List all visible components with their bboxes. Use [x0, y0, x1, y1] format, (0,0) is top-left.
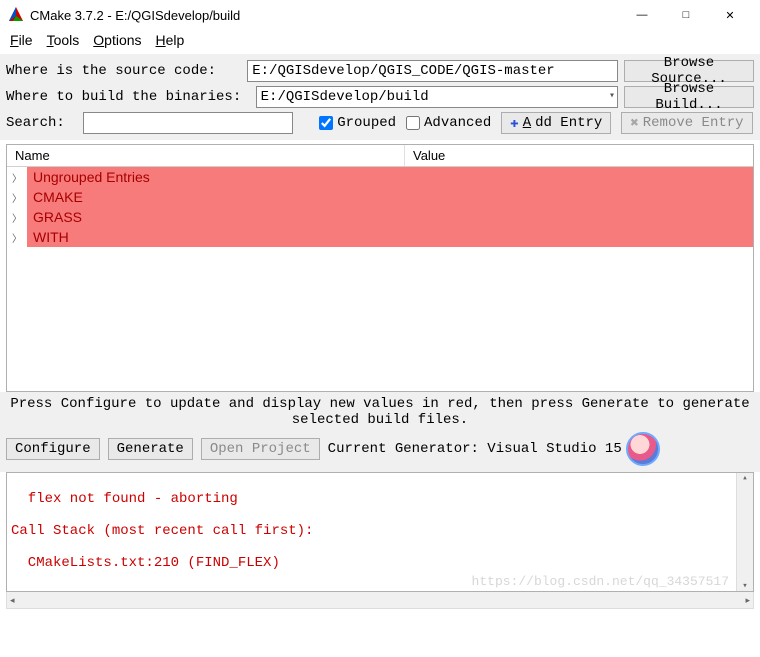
config-form: Where is the source code: Browse Source.… — [0, 54, 760, 140]
build-label: Where to build the binaries: — [6, 89, 250, 105]
menu-tools[interactable]: Tools — [47, 32, 80, 48]
menu-options[interactable]: Options — [93, 32, 141, 48]
cache-table: Name Value 〉 Ungrouped Entries 〉 CMAKE 〉… — [6, 144, 754, 392]
scroll-left-icon[interactable]: ◂ — [10, 595, 15, 606]
horizontal-scrollbar[interactable]: ◂ ▸ — [6, 592, 754, 609]
search-label: Search: — [6, 115, 73, 131]
grouped-checkbox-input[interactable] — [319, 116, 333, 130]
minimize-button[interactable]: — — [620, 0, 664, 30]
scroll-right-icon[interactable]: ▸ — [745, 595, 750, 606]
source-label: Where is the source code: — [6, 63, 241, 79]
source-path-input[interactable] — [247, 60, 618, 82]
browse-source-button[interactable]: Browse Source... — [624, 60, 754, 82]
log-line: CMakeLists.txt:210 (FIND_FLEX) — [11, 555, 749, 571]
col-name[interactable]: Name — [7, 145, 405, 166]
chevron-right-icon[interactable]: 〉 — [7, 207, 27, 227]
x-icon: ✖ — [630, 115, 638, 132]
remove-entry-button: ✖ Remove Entry — [621, 112, 752, 134]
table-row[interactable]: 〉 CMAKE — [7, 187, 753, 207]
search-input[interactable] — [83, 112, 293, 134]
avatar — [626, 432, 660, 466]
browse-build-button[interactable]: Browse Build... — [624, 86, 754, 108]
generate-button[interactable]: Generate — [108, 438, 193, 460]
window-title: CMake 3.7.2 - E:/QGISdevelop/build — [30, 8, 620, 23]
table-body[interactable]: 〉 Ungrouped Entries 〉 CMAKE 〉 GRASS 〉 WI… — [7, 167, 753, 391]
log-output[interactable]: flex not found - aborting Call Stack (mo… — [6, 472, 754, 592]
table-row[interactable]: 〉 Ungrouped Entries — [7, 167, 753, 187]
grouped-checkbox[interactable]: Grouped — [319, 115, 396, 131]
col-value[interactable]: Value — [405, 145, 753, 166]
scroll-down-icon[interactable]: ▾ — [742, 581, 747, 591]
menu-file[interactable]: File — [10, 32, 33, 48]
menubar: File Tools Options Help — [0, 30, 760, 54]
vertical-scrollbar[interactable]: ▴▾ — [736, 473, 753, 591]
add-entry-button[interactable]: ✚ Add Entry — [501, 112, 611, 134]
table-header: Name Value — [7, 145, 753, 167]
menu-help[interactable]: Help — [156, 32, 185, 48]
maximize-button[interactable]: □ — [664, 0, 708, 30]
chevron-right-icon[interactable]: 〉 — [7, 167, 27, 187]
table-row[interactable]: 〉 WITH — [7, 227, 753, 247]
advanced-checkbox[interactable]: Advanced — [406, 115, 491, 131]
chevron-right-icon[interactable]: 〉 — [7, 227, 27, 247]
generator-label: Current Generator: Visual Studio 15 — [328, 441, 622, 457]
build-path-input[interactable] — [256, 86, 618, 108]
configure-button[interactable]: Configure — [6, 438, 100, 460]
close-button[interactable]: ✕ — [708, 0, 752, 30]
table-row[interactable]: 〉 GRASS — [7, 207, 753, 227]
hint-text: Press Configure to update and display ne… — [0, 392, 760, 430]
chevron-right-icon[interactable]: 〉 — [7, 187, 27, 207]
log-line: flex not found - aborting — [11, 491, 749, 507]
titlebar: CMake 3.7.2 - E:/QGISdevelop/build — □ ✕ — [0, 0, 760, 30]
advanced-checkbox-input[interactable] — [406, 116, 420, 130]
scroll-up-icon[interactable]: ▴ — [742, 473, 747, 483]
action-bar: Configure Generate Open Project Current … — [0, 430, 760, 472]
log-line: Call Stack (most recent call first): — [11, 523, 749, 539]
cmake-icon — [8, 6, 24, 25]
open-project-button: Open Project — [201, 438, 320, 460]
plus-icon: ✚ — [510, 115, 518, 132]
